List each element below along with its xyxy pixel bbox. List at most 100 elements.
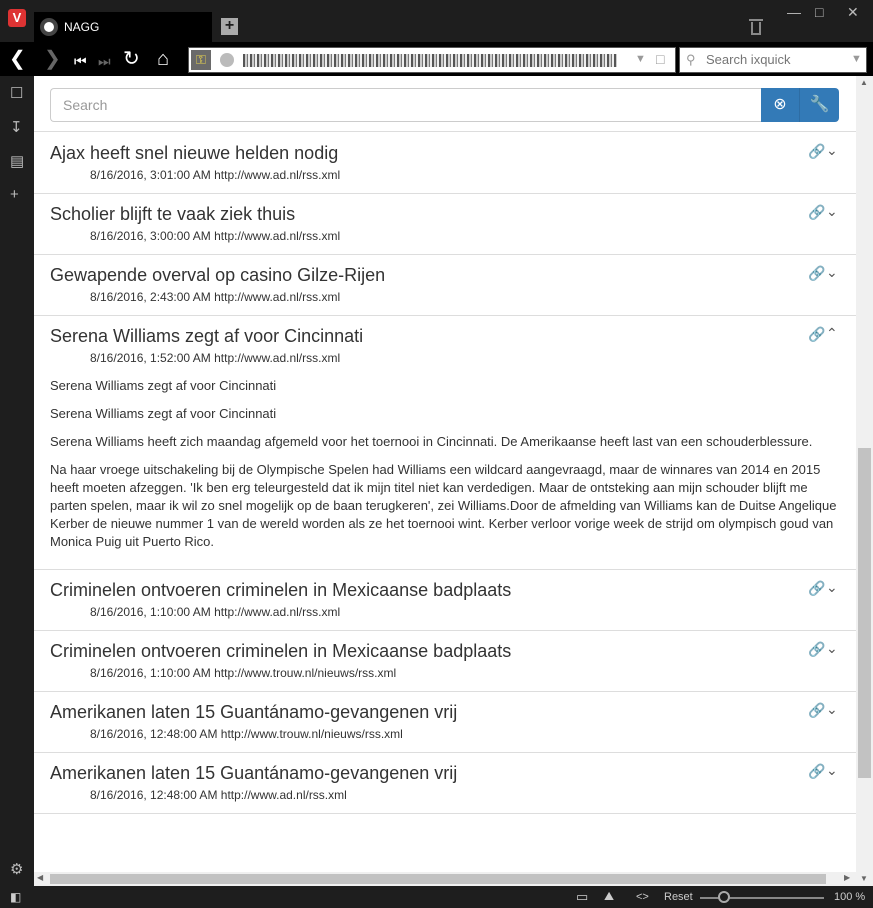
item-meta: 8/16/2016, 1:52:00 AM http://www.ad.nl/r… (90, 351, 341, 365)
browser-window: V NAGG + — □ ✕ ❮ ❯ ⏮ ⏭ ↻ ⌂ ⚿ ▼ □ ⚲ ▼ (0, 0, 873, 908)
feed-item[interactable]: Amerikanen laten 15 Guantánamo-gevangene… (34, 753, 856, 814)
key-icon[interactable]: ⚿ (191, 50, 211, 70)
maximize-icon[interactable]: □ (815, 4, 823, 20)
chevron-down-icon[interactable]: ⌄ (826, 579, 838, 596)
minimize-icon[interactable]: — (787, 4, 801, 20)
link-icon[interactable]: 🔗 (808, 326, 825, 343)
clear-icon: ⊗ (773, 96, 787, 113)
page-actions-icon[interactable]: <> (636, 891, 649, 903)
item-title[interactable]: Amerikanen laten 15 Guantánamo-gevangene… (50, 762, 840, 784)
item-title[interactable]: Amerikanen laten 15 Guantánamo-gevangene… (50, 701, 840, 723)
scroll-down-icon[interactable]: ▼ (860, 874, 868, 883)
clear-search-button[interactable]: ⊗ (761, 88, 800, 122)
feed-item[interactable]: Gewapende overval op casino Gilze-Rijen … (34, 255, 856, 316)
item-meta: 8/16/2016, 2:43:00 AM http://www.ad.nl/r… (90, 290, 341, 304)
settings-button[interactable]: 🔧 (800, 88, 839, 122)
bookmarks-icon[interactable]: ☐ (10, 84, 23, 102)
item-meta: 8/16/2016, 3:01:00 AM http://www.ad.nl/r… (90, 168, 341, 182)
link-icon[interactable]: 🔗 (808, 702, 825, 719)
fast-forward-icon[interactable]: ⏭ (98, 50, 111, 72)
feed-item[interactable]: Criminelen ontvoeren criminelen in Mexic… (34, 570, 856, 631)
item-title[interactable]: Scholier blijft te vaak ziek thuis (50, 203, 840, 225)
feed-reader: ⊗ 🔧 Ajax heeft snel nieuwe helden nodig … (34, 76, 856, 886)
tab-nagg[interactable]: NAGG (34, 12, 212, 42)
new-tab-button[interactable]: + (221, 18, 238, 35)
link-icon[interactable]: 🔗 (808, 143, 825, 160)
chevron-down-icon[interactable]: ⌄ (826, 264, 838, 281)
tab-label: NAGG (64, 20, 100, 34)
settings-gear-icon[interactable]: ⚙ (10, 860, 23, 878)
vertical-scroll-thumb[interactable] (858, 448, 871, 778)
item-body-paragraph: Serena Williams zegt af voor Cincinnati (50, 378, 277, 393)
images-icon[interactable]: ⛰ (604, 889, 614, 904)
bookmark-icon[interactable]: □ (656, 51, 664, 67)
vertical-scrollbar[interactable]: ▲ ▼ (856, 76, 873, 886)
feed-item[interactable]: Criminelen ontvoeren criminelen in Mexic… (34, 631, 856, 692)
rewind-icon[interactable]: ⏮ (74, 50, 87, 72)
link-icon[interactable]: 🔗 (808, 265, 825, 282)
horizontal-scrollbar[interactable]: ◀ ▶ (34, 872, 856, 886)
feed-item[interactable]: Ajax heeft snel nieuwe helden nodig 8/16… (34, 133, 856, 194)
horizontal-scroll-thumb[interactable] (50, 874, 826, 884)
scroll-left-icon[interactable]: ◀ (37, 873, 43, 882)
item-meta: 8/16/2016, 12:48:00 AM http://www.ad.nl/… (90, 788, 347, 802)
chevron-down-icon[interactable]: ⌄ (826, 203, 838, 220)
chevron-down-icon[interactable]: ⌄ (826, 762, 838, 779)
web-search-input[interactable] (706, 52, 846, 67)
search-engine-dropdown-icon[interactable]: ▼ (851, 53, 862, 65)
chevron-down-icon[interactable]: ⌄ (826, 701, 838, 718)
page-tiling-icon[interactable]: ▭ (576, 889, 588, 905)
vivaldi-menu-icon[interactable]: V (8, 9, 26, 27)
item-meta: 8/16/2016, 1:10:00 AM http://www.trouw.n… (90, 666, 397, 680)
back-icon[interactable]: ❮ (9, 48, 26, 70)
feed-item-expanded[interactable]: Serena Williams zegt af voor Cincinnati … (34, 316, 856, 570)
feed-item[interactable]: Scholier blijft te vaak ziek thuis 8/16/… (34, 194, 856, 255)
close-icon[interactable]: ✕ (847, 4, 859, 21)
link-icon[interactable]: 🔗 (808, 763, 825, 780)
web-search-field[interactable]: ⚲ ▼ (679, 47, 867, 73)
wrench-icon: 🔧 (809, 96, 830, 113)
notes-icon[interactable]: ▤ (10, 152, 24, 170)
link-icon[interactable]: 🔗 (808, 641, 825, 658)
feed-list: Ajax heeft snel nieuwe helden nodig 8/16… (34, 133, 856, 814)
status-bar: ◧ ▭ ⛰ <> Reset 100 % (0, 886, 873, 908)
feed-search-input[interactable] (50, 88, 762, 122)
chevron-up-icon[interactable]: ⌃ (826, 325, 838, 342)
url-dropdown-icon[interactable]: ▼ (635, 53, 646, 65)
item-title[interactable]: Criminelen ontvoeren criminelen in Mexic… (50, 579, 840, 601)
item-title[interactable]: Serena Williams zegt af voor Cincinnati (50, 325, 840, 347)
item-title[interactable]: Gewapende overval op casino Gilze-Rijen (50, 264, 840, 286)
link-icon[interactable]: 🔗 (808, 580, 825, 597)
globe-icon (220, 53, 234, 67)
item-meta: 8/16/2016, 1:10:00 AM http://www.ad.nl/r… (90, 605, 341, 619)
item-body-paragraph: Na haar vroege uitschakeling bij de Olym… (50, 462, 837, 549)
home-icon[interactable]: ⌂ (157, 48, 169, 70)
item-body-paragraph: Serena Williams heeft zich maandag afgem… (50, 434, 813, 449)
item-title[interactable]: Ajax heeft snel nieuwe helden nodig (50, 142, 840, 164)
feed-item[interactable]: Amerikanen laten 15 Guantánamo-gevangene… (34, 692, 856, 753)
item-title[interactable]: Criminelen ontvoeren criminelen in Mexic… (50, 640, 840, 662)
trash-icon[interactable] (749, 17, 763, 35)
tab-strip: V NAGG + — □ ✕ (0, 0, 873, 42)
item-meta: 8/16/2016, 12:48:00 AM http://www.trouw.… (90, 727, 403, 741)
zoom-slider-handle[interactable] (718, 891, 730, 903)
address-bar-row: ❮ ❯ ⏮ ⏭ ↻ ⌂ ⚿ ▼ □ ⚲ ▼ (0, 42, 873, 76)
scroll-right-icon[interactable]: ▶ (844, 873, 850, 882)
toggle-panel-icon[interactable]: ◧ (10, 890, 21, 904)
zoom-level: 100 % (834, 891, 866, 903)
url-text (243, 54, 617, 67)
add-panel-icon[interactable]: + (10, 186, 19, 203)
item-body: Serena Williams zegt af voor Cincinnati … (50, 377, 840, 551)
side-panel: ☐ ↧ ▤ + ⚙ (0, 76, 34, 886)
downloads-icon[interactable]: ↧ (10, 118, 23, 136)
zoom-reset-button[interactable]: Reset (664, 891, 693, 903)
url-field[interactable]: ⚿ ▼ □ (188, 47, 676, 73)
scroll-up-icon[interactable]: ▲ (860, 78, 868, 87)
reload-icon[interactable]: ↻ (123, 48, 140, 70)
chevron-down-icon[interactable]: ⌄ (826, 640, 838, 657)
forward-icon[interactable]: ❯ (44, 48, 61, 70)
link-icon[interactable]: 🔗 (808, 204, 825, 221)
chevron-down-icon[interactable]: ⌄ (826, 142, 838, 159)
feed-search-bar: ⊗ 🔧 (34, 76, 856, 132)
tab-favicon-icon (40, 18, 58, 36)
